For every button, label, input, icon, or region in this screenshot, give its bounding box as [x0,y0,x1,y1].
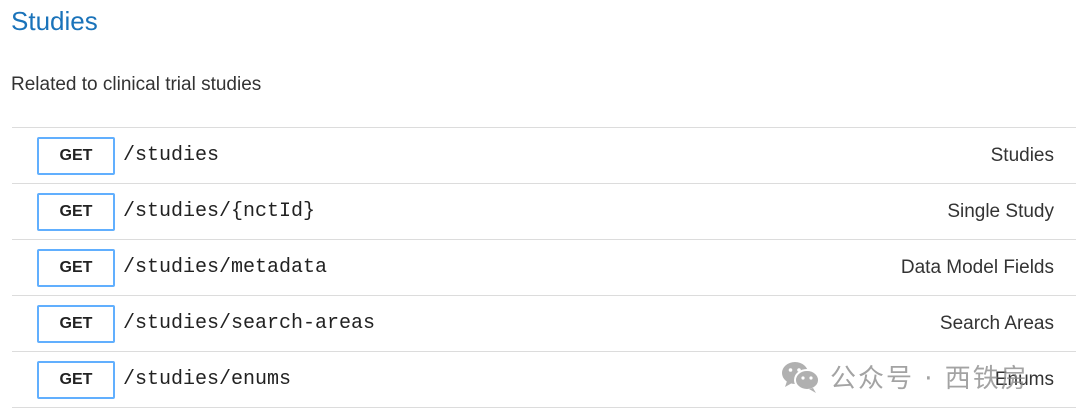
endpoint-summary: Enums [994,369,1054,390]
endpoint-summary: Search Areas [939,313,1054,334]
endpoint-list: GET /studies Studies GET /studies/{nctId… [12,127,1076,408]
method-badge-get[interactable]: GET [37,249,115,287]
section-description: Related to clinical trial studies [11,74,262,95]
endpoint-row-metadata[interactable]: GET /studies/metadata Data Model Fields [12,240,1076,296]
endpoint-path[interactable]: /studies [123,143,219,169]
endpoint-row-enums[interactable]: GET /studies/enums Enums [12,352,1076,408]
endpoint-path[interactable]: /studies/metadata [123,255,327,281]
endpoint-path[interactable]: /studies/search-areas [123,311,375,337]
method-badge-get[interactable]: GET [37,193,115,231]
endpoint-row-studies[interactable]: GET /studies Studies [12,128,1076,184]
endpoint-row-single-study[interactable]: GET /studies/{nctId} Single Study [12,184,1076,240]
endpoint-summary: Data Model Fields [900,257,1054,278]
endpoint-path[interactable]: /studies/enums [123,367,291,393]
method-badge-get[interactable]: GET [37,305,115,343]
endpoint-summary: Single Study [947,201,1054,222]
method-badge-get[interactable]: GET [37,361,115,399]
section-title[interactable]: Studies [11,4,98,38]
method-badge-get[interactable]: GET [37,137,115,175]
endpoint-path[interactable]: /studies/{nctId} [123,199,315,225]
endpoint-summary: Studies [990,145,1054,166]
endpoint-row-search-areas[interactable]: GET /studies/search-areas Search Areas [12,296,1076,352]
